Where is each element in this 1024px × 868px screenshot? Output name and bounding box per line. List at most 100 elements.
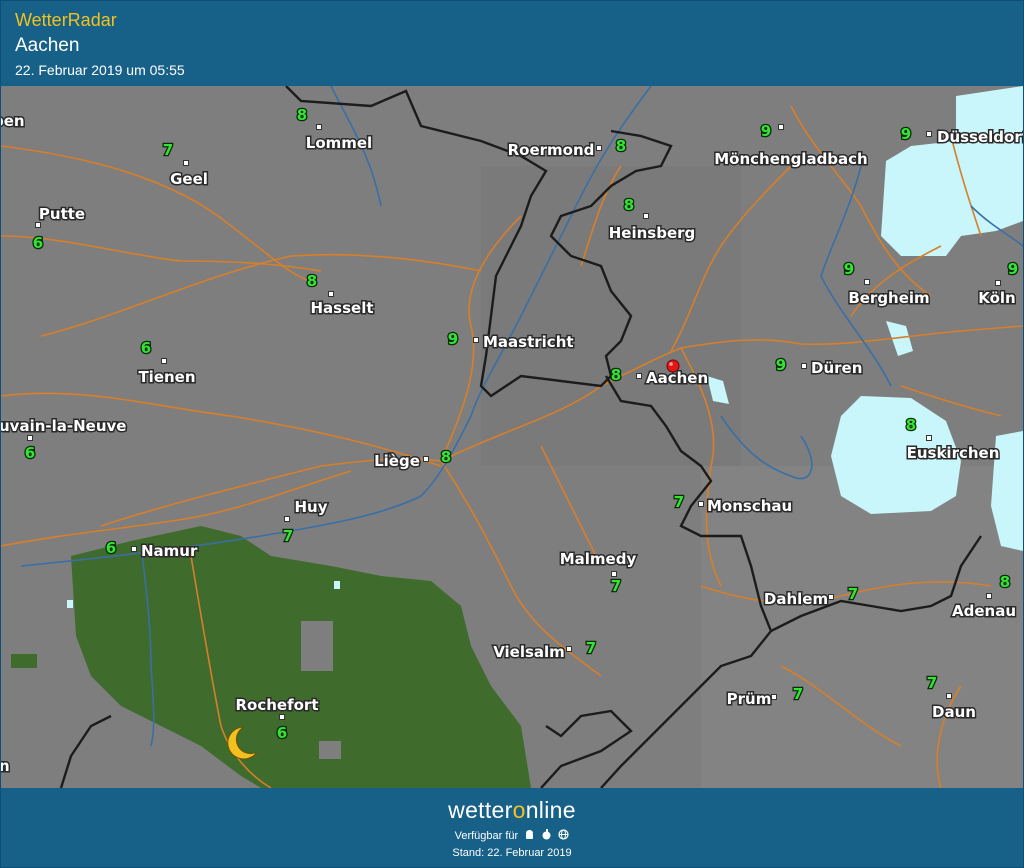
temperature-label: 8 bbox=[307, 272, 317, 290]
temperature-label: 9 bbox=[1008, 260, 1018, 278]
temperature-label: 7 bbox=[163, 141, 173, 159]
temperature-label: 8 bbox=[616, 137, 626, 155]
rain-spot bbox=[11, 654, 37, 668]
city-dot bbox=[596, 145, 602, 151]
brand-suffix: nline bbox=[525, 797, 576, 823]
city-label: Namur bbox=[141, 542, 198, 560]
city-dot bbox=[864, 279, 870, 285]
temperature-label: 7 bbox=[927, 674, 937, 692]
city-dot bbox=[636, 373, 642, 379]
city-dot bbox=[27, 435, 33, 441]
rain-gap bbox=[301, 621, 333, 671]
city-dot bbox=[316, 124, 322, 130]
city-dot bbox=[611, 571, 617, 577]
city-label: Tienen bbox=[138, 368, 195, 386]
city-dot bbox=[161, 358, 167, 364]
temperature-label: 6 bbox=[33, 234, 43, 252]
city-label: Aachen bbox=[646, 369, 708, 387]
app-title: WetterRadar bbox=[15, 10, 117, 30]
city-label: Geel bbox=[170, 170, 208, 188]
city-dot bbox=[131, 546, 137, 552]
city-dot bbox=[771, 694, 777, 700]
city-dot bbox=[566, 646, 572, 652]
footer-bar: wetteronline Verfügbar für Stand: 22. Fe… bbox=[1, 789, 1023, 867]
terrain-shade bbox=[481, 166, 741, 466]
brand-o: o bbox=[512, 797, 526, 823]
city-label: Euskirchen bbox=[907, 444, 1000, 462]
temperature-label: 9 bbox=[901, 125, 911, 143]
city-label: Roermond bbox=[508, 141, 595, 159]
city-label: uvain-la-Neuve bbox=[1, 417, 126, 435]
city-label: Mönchengladbach bbox=[714, 150, 868, 168]
temperature-label: 7 bbox=[283, 527, 293, 545]
temperature-label: 6 bbox=[277, 724, 287, 742]
city-dot bbox=[801, 363, 807, 369]
city-dot bbox=[778, 124, 784, 130]
temperature-label: 8 bbox=[906, 416, 916, 434]
rain-gap-2 bbox=[319, 741, 341, 759]
city-label: Hasselt bbox=[310, 299, 373, 317]
city-dot bbox=[473, 337, 479, 343]
city-label: Putte bbox=[39, 205, 85, 223]
temperature-label: 7 bbox=[586, 639, 596, 657]
timestamp: 22. Februar 2019 um 05:55 bbox=[15, 62, 185, 78]
city-label: pen bbox=[1, 112, 25, 130]
city-label: Daun bbox=[932, 703, 976, 721]
city-dot bbox=[183, 160, 189, 166]
city-marker-n[interactable]: n bbox=[1, 756, 11, 777]
city-label: Liège bbox=[374, 452, 420, 470]
brand-logo[interactable]: wetteronline bbox=[1, 797, 1023, 824]
city-label: Dahlem bbox=[764, 590, 828, 608]
city-dot bbox=[828, 594, 834, 600]
available-text: Verfügbar für bbox=[454, 830, 519, 842]
city-label: Heinsberg bbox=[609, 224, 696, 242]
precip-spot-3 bbox=[67, 600, 73, 608]
city-marker-pen[interactable]: pen bbox=[1, 111, 26, 132]
temperature-label: 8 bbox=[1000, 573, 1010, 591]
city-label: Düren bbox=[811, 359, 862, 377]
temperature-label: 8 bbox=[624, 196, 634, 214]
city-label: Monschau bbox=[707, 497, 792, 515]
temperature-label: 7 bbox=[674, 493, 684, 511]
temperature-label: 7 bbox=[611, 577, 621, 595]
city-dot bbox=[986, 593, 992, 599]
city-label: Huy bbox=[294, 498, 327, 516]
map-canvas[interactable]: pen Lommel 8 Roermond 8 Mönchengladbach 9 Düsse… bbox=[1, 86, 1023, 788]
temperature-label: 8 bbox=[611, 366, 621, 384]
city-dot bbox=[698, 501, 704, 507]
city-label: Malmedy bbox=[560, 550, 637, 568]
brand-prefix: wetter bbox=[448, 797, 513, 823]
app-window: WetterRadar Aachen 22. Februar 2019 um 0… bbox=[0, 0, 1024, 868]
city-dot bbox=[926, 131, 932, 137]
temperature-label: 6 bbox=[25, 444, 35, 462]
header-bar: WetterRadar Aachen 22. Februar 2019 um 0… bbox=[1, 1, 1023, 85]
city-dot bbox=[643, 213, 649, 219]
temperature-label: 9 bbox=[448, 330, 458, 348]
temperature-label: 6 bbox=[141, 339, 151, 357]
radar-map[interactable]: pen Lommel 8 Roermond 8 Mönchengladbach 9 Düsse… bbox=[1, 86, 1023, 788]
temperature-label: 8 bbox=[441, 448, 451, 466]
temperature-label: 7 bbox=[793, 685, 803, 703]
city-label: Vielsalm bbox=[493, 643, 565, 661]
temperature-label: 9 bbox=[761, 122, 771, 140]
city-label: Maastricht bbox=[483, 333, 574, 351]
apple-icon[interactable] bbox=[541, 829, 552, 840]
android-icon[interactable] bbox=[524, 829, 535, 840]
city-dot bbox=[328, 291, 334, 297]
location-title[interactable]: Aachen bbox=[15, 35, 79, 57]
city-dot bbox=[35, 222, 41, 228]
temperature-label: 7 bbox=[848, 585, 858, 603]
city-dot bbox=[946, 693, 952, 699]
city-label: Prüm bbox=[727, 690, 772, 708]
city-label: Rochefort bbox=[236, 696, 319, 714]
temperature-label: 9 bbox=[844, 260, 854, 278]
city-label: Lommel bbox=[306, 134, 372, 152]
city-dot bbox=[995, 280, 1001, 286]
city-dot bbox=[423, 456, 429, 462]
web-icon[interactable] bbox=[558, 829, 569, 840]
city-label: Köln bbox=[978, 289, 1016, 307]
precip-spot-4 bbox=[334, 581, 340, 589]
city-dot bbox=[279, 714, 285, 720]
stand-text: Stand: 22. Februar 2019 bbox=[452, 847, 572, 859]
city-label: Adenau bbox=[952, 602, 1016, 620]
